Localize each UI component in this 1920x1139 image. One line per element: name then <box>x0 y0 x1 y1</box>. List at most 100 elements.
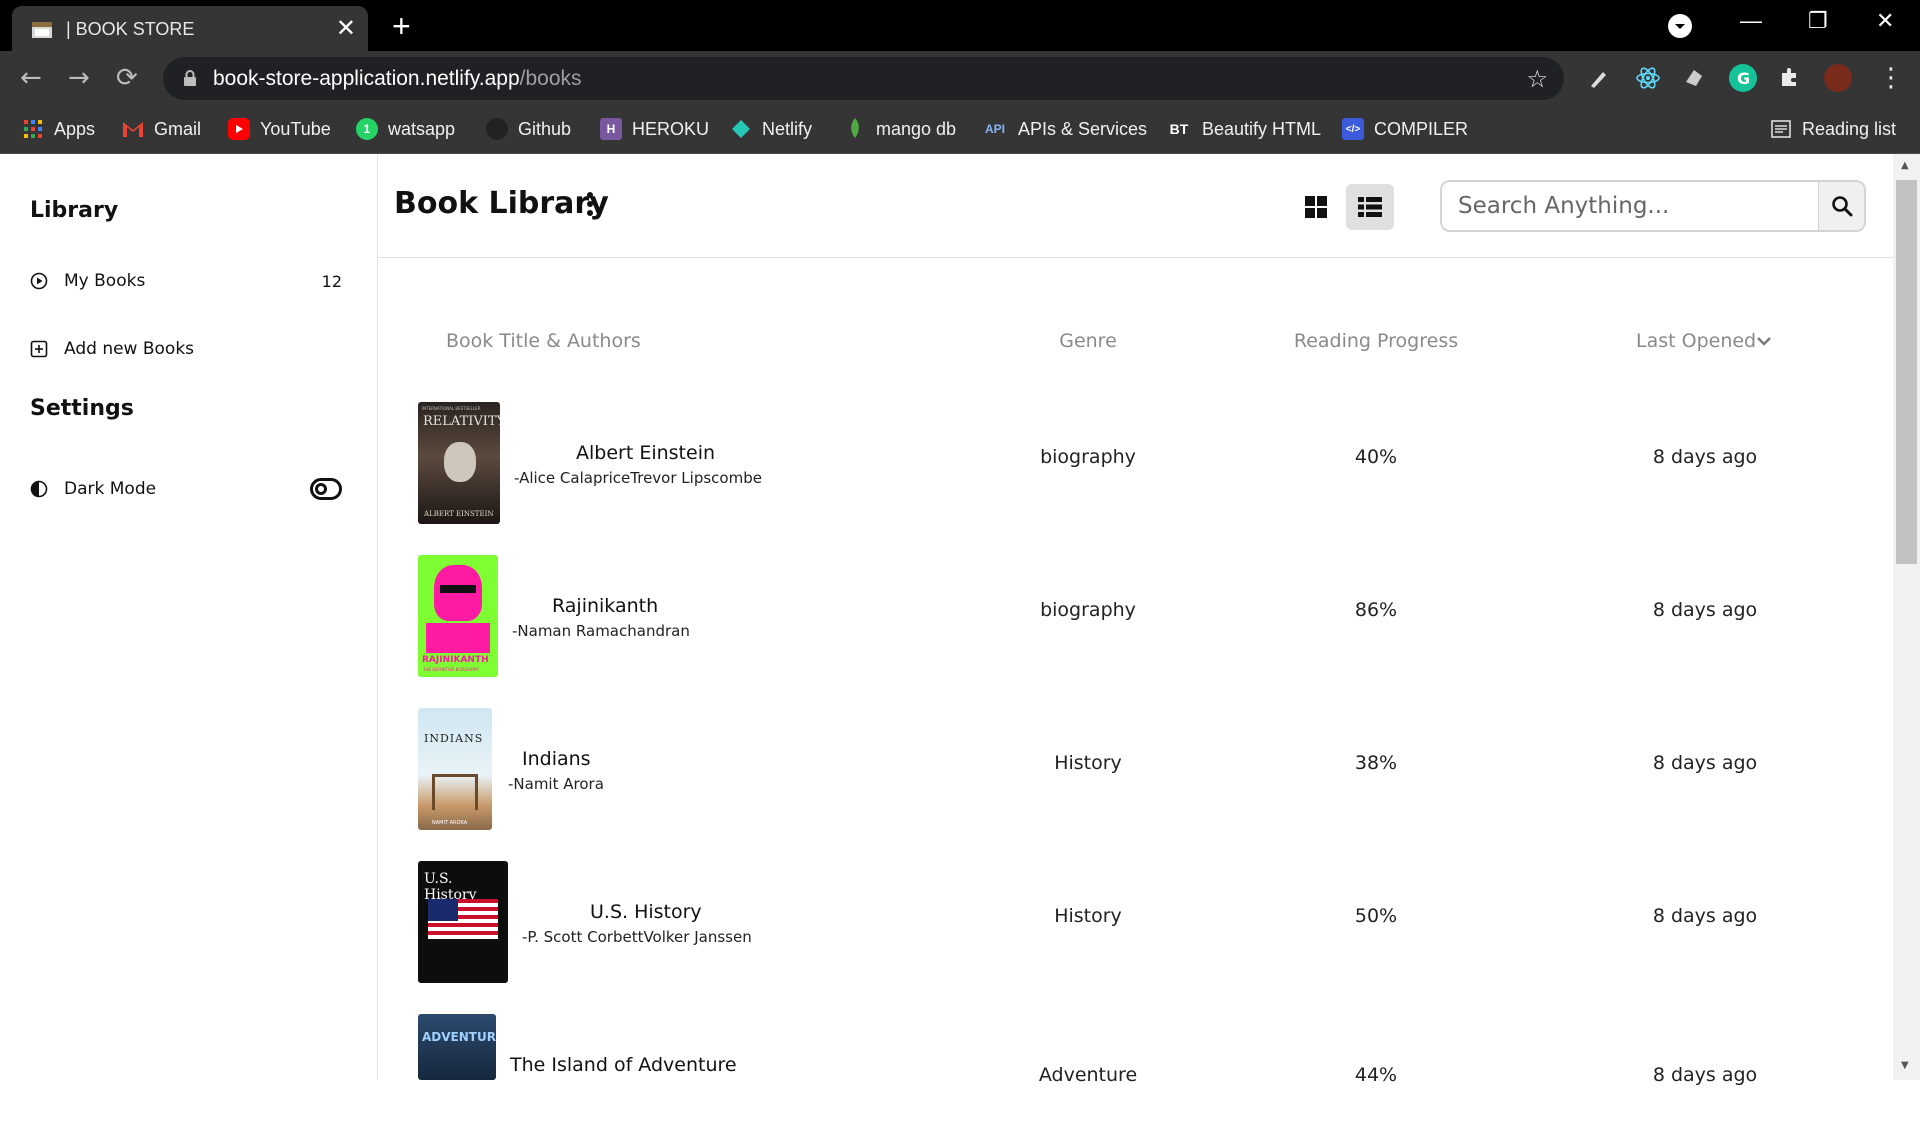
book-authors: -Alice CalapriceTrevor Lipscombe <box>514 469 762 487</box>
cover-text: RAJINIKANTH <box>422 655 489 665</box>
sidebar-item-add-books[interactable]: Add new Books <box>30 334 342 364</box>
back-arrow-icon[interactable]: ← <box>20 65 42 91</box>
svg-text:G: G <box>1737 69 1750 88</box>
scroll-thumb[interactable] <box>1896 180 1917 564</box>
gmail-icon <box>122 118 144 140</box>
bookmark-netlify[interactable]: Netlify <box>730 114 812 144</box>
scroll-up-icon[interactable]: ▲ <box>1901 160 1909 171</box>
last-opened-label: Last Opened <box>1636 330 1757 352</box>
bookmark-mongodb[interactable]: mango db <box>844 114 956 144</box>
github-icon <box>486 118 508 140</box>
main-content: Book Library Search Anything... Book Tit… <box>378 154 1893 1086</box>
browser-menu-icon[interactable]: ⋮ <box>1878 65 1904 91</box>
book-title: The Island of Adventure <box>510 1054 737 1076</box>
sunglasses-shape <box>440 585 476 593</box>
book-last-opened: 8 days ago <box>1652 1064 1758 1086</box>
react-devtools-icon[interactable] <box>1634 64 1662 92</box>
column-header-title: Book Title & Authors <box>446 330 641 352</box>
bookmark-whatsapp[interactable]: 1 watsapp <box>356 114 455 144</box>
bookmark-star-icon[interactable]: ☆ <box>1526 65 1548 93</box>
address-bar[interactable]: book-store-application.netlify.app/books… <box>163 57 1564 100</box>
book-last-opened: 8 days ago <box>1652 446 1758 468</box>
list-view-button[interactable] <box>1346 184 1394 230</box>
settings-heading: Settings <box>30 396 134 421</box>
sidebar: Library My Books 12 Add new Books Settin… <box>0 154 378 1080</box>
book-title: Indians <box>522 748 591 770</box>
bookmark-apps[interactable]: Apps <box>22 114 95 144</box>
search-button[interactable] <box>1818 182 1864 230</box>
table-row[interactable]: U.S. History U.S. History -P. Scott Corb… <box>378 861 1893 986</box>
browser-tab[interactable]: | BOOK STORE ✕ <box>12 6 368 51</box>
bookmark-label: Beautify HTML <box>1202 118 1322 139</box>
tab-close-icon[interactable]: ✕ <box>336 16 356 40</box>
tab-title: | BOOK STORE <box>66 19 195 39</box>
play-circle-icon <box>30 272 48 290</box>
bookmark-label: mango db <box>876 118 957 139</box>
sidebar-item-dark-mode[interactable]: Dark Mode <box>30 474 342 504</box>
cover-text: ALBERT EINSTEIN <box>424 510 494 518</box>
minimize-window-icon[interactable]: — <box>1740 8 1762 34</box>
sidebar-item-my-books[interactable]: My Books 12 <box>30 266 342 296</box>
heroku-icon: H <box>600 118 622 140</box>
bookmark-apis[interactable]: API APIs & Services <box>982 114 1147 144</box>
forward-arrow-icon[interactable]: → <box>68 65 90 91</box>
bookmark-label: watsapp <box>388 118 456 139</box>
book-last-opened: 8 days ago <box>1652 905 1758 927</box>
book-genre: biography <box>1040 446 1136 468</box>
cover-text: NAMIT ARORA <box>432 820 468 826</box>
add-books-label: Add new Books <box>64 339 195 359</box>
search-input[interactable] <box>1442 182 1816 230</box>
whatsapp-icon: 1 <box>356 118 378 140</box>
new-tab-button[interactable]: + <box>392 10 411 42</box>
flag-icon <box>428 899 498 939</box>
cover-text: INTERNATIONAL BESTSELLER <box>422 406 481 411</box>
bookmark-gmail[interactable]: Gmail <box>122 114 201 144</box>
table-row[interactable]: INTERNATIONAL BESTSELLER RELATIVITY ALBE… <box>378 402 1893 527</box>
grammarly-icon[interactable]: G <box>1729 64 1757 92</box>
scroll-down-icon[interactable]: ▼ <box>1901 1060 1909 1071</box>
chevron-down-icon[interactable] <box>1756 335 1772 347</box>
reload-icon[interactable]: ⟳ <box>116 65 138 91</box>
book-authors: -Namit Arora <box>508 775 604 793</box>
book-progress: 50% <box>1354 905 1398 927</box>
bookmark-youtube[interactable]: YouTube <box>228 114 331 144</box>
book-authors: -Naman Ramachandran <box>512 622 690 640</box>
dark-mode-toggle[interactable] <box>310 478 342 500</box>
table-row[interactable]: ADVENTURE The Island of Adventure Advent… <box>378 1014 1893 1139</box>
book-progress: 44% <box>1354 1064 1398 1086</box>
bookmark-heroku[interactable]: H HEROKU <box>600 114 709 144</box>
search-box <box>1440 180 1866 232</box>
cover-text: THE DEFINITIVE BIOGRAPHY <box>423 667 480 672</box>
reading-list-button[interactable]: Reading list <box>1770 114 1896 144</box>
bookmark-label: Github <box>518 118 572 139</box>
search-icon <box>1831 196 1852 217</box>
pen-extension-icon[interactable] <box>1585 64 1613 92</box>
table-row[interactable]: RAJINIKANTH THE DEFINITIVE BIOGRAPHY Raj… <box>378 555 1893 680</box>
youtube-icon <box>228 118 250 140</box>
book-authors: -P. Scott CorbettVolker Janssen <box>522 928 752 946</box>
book-title: U.S. History <box>590 901 702 923</box>
bookmark-github[interactable]: Github <box>486 114 571 144</box>
tab-search-dropdown-icon[interactable] <box>1668 14 1692 38</box>
restore-window-icon[interactable]: ❐ <box>1808 8 1828 34</box>
close-window-icon[interactable]: ✕ <box>1876 8 1894 34</box>
portrait-shape <box>444 442 476 482</box>
column-header-progress: Reading Progress <box>1293 330 1459 352</box>
grid-view-button[interactable] <box>1292 184 1340 230</box>
book-title: Albert Einstein <box>576 442 716 464</box>
bookmark-label: HEROKU <box>632 118 710 139</box>
kebab-menu-icon[interactable] <box>586 191 594 217</box>
book-cover-image: U.S. History <box>418 861 508 983</box>
portrait-shape <box>434 565 482 621</box>
page-scrollbar[interactable]: ▲ ▼ <box>1893 154 1920 1080</box>
column-header-last-opened[interactable]: Last Opened <box>1636 330 1772 352</box>
extensions-puzzle-icon[interactable] <box>1776 64 1804 92</box>
url-text: book-store-application.netlify.app/books <box>213 67 582 90</box>
bookmark-label: APIs & Services <box>1018 118 1148 139</box>
bookmark-beautify[interactable]: BT Beautify HTML <box>1166 114 1321 144</box>
extension-bird-icon[interactable] <box>1680 64 1708 92</box>
bookmark-compiler[interactable]: </> COMPILER <box>1342 114 1468 144</box>
profile-avatar[interactable] <box>1824 64 1852 92</box>
table-row[interactable]: INDIANS NAMIT ARORA Indians -Namit Arora… <box>378 708 1893 833</box>
bookmark-label: Gmail <box>154 118 202 139</box>
